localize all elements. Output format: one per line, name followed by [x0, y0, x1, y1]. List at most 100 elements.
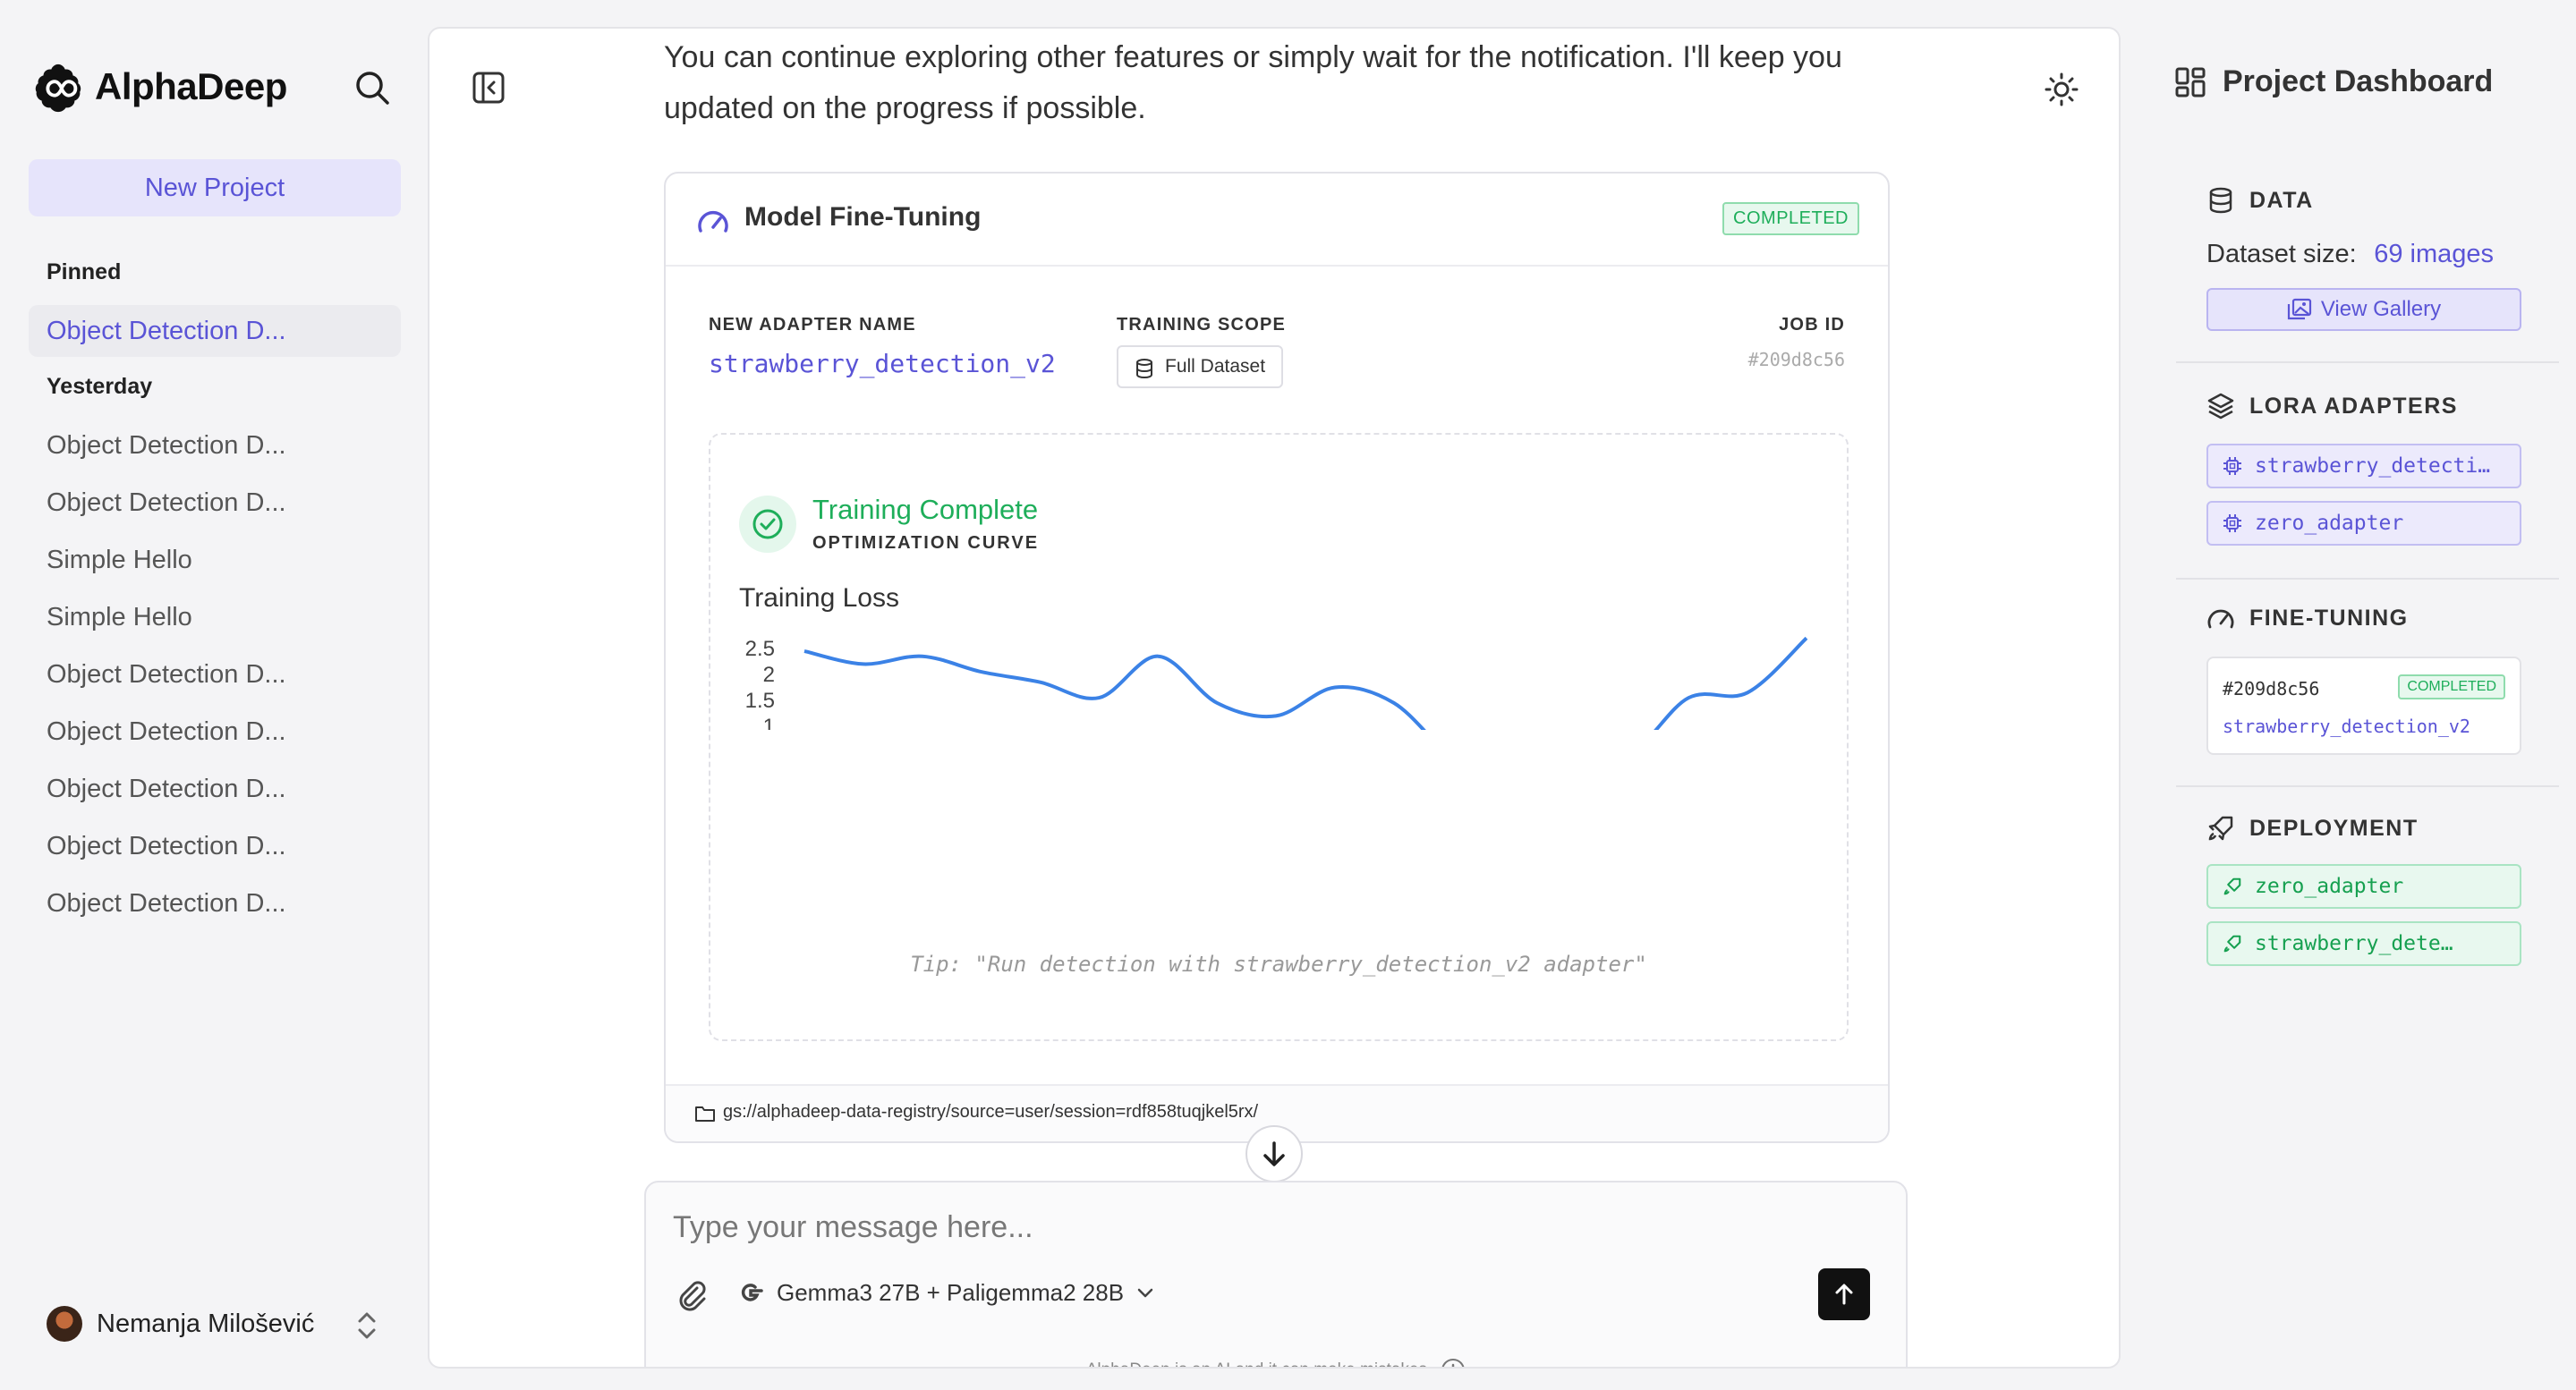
finetuning-adapter-name: strawberry_detection_v2 — [2223, 716, 2470, 737]
assistant-message: You can continue exploring other feature… — [664, 40, 1842, 125]
rocket-icon — [2208, 816, 2233, 841]
disclaimer: AlphaDeep is an AI and it can make mista… — [646, 1358, 1906, 1369]
gauge-icon — [698, 210, 728, 233]
check-circle-icon — [739, 496, 796, 553]
status-badge: COMPLETED — [2398, 674, 2505, 699]
deployment-section-header: DEPLOYMENT — [2206, 814, 2419, 843]
y-tick-label: 1 — [763, 715, 775, 730]
lora-adapter-item[interactable]: zero_adapter — [2206, 501, 2521, 546]
lora-adapter-name: zero_adapter — [2255, 512, 2404, 535]
send-button[interactable] — [1818, 1268, 1870, 1320]
chip-icon — [2223, 514, 2241, 532]
deployment-item[interactable]: zero_adapter — [2206, 864, 2521, 909]
sidebar: AlphaDeep New Project Pinned Object Dete… — [0, 0, 425, 1390]
data-section-header: DATA — [2206, 186, 2314, 215]
sidebar-collapse-icon[interactable] — [471, 70, 506, 106]
storage-path: gs://alphadeep-data-registry/source=user… — [723, 1102, 1259, 1122]
card-title: Model Fine-Tuning — [744, 202, 982, 232]
training-scope-label: TRAINING SCOPE — [1117, 315, 1287, 335]
paperclip-icon[interactable] — [673, 1277, 709, 1313]
dashboard-header: Project Dashboard — [2174, 64, 2493, 99]
finetuning-job-id: #209d8c56 — [2223, 678, 2320, 699]
google-g-icon — [741, 1284, 763, 1301]
sidebar-item[interactable]: Object Detection D... — [29, 648, 401, 700]
divider — [2176, 785, 2559, 787]
view-gallery-button[interactable]: View Gallery — [2206, 288, 2521, 331]
loss-series-line — [803, 636, 1808, 730]
user-menu[interactable]: Nemanja Milošević — [47, 1306, 314, 1342]
deployment-item[interactable]: strawberry_dete… — [2206, 921, 2521, 966]
lora-section-label: LORA ADAPTERS — [2249, 393, 2458, 419]
project-dashboard: Project Dashboard DATA Dataset size: 69 … — [2156, 0, 2576, 1390]
training-scope-value: Full Dataset — [1165, 356, 1266, 377]
brand-name: AlphaDeep — [95, 65, 287, 107]
sidebar-item[interactable]: Object Detection D... — [29, 477, 401, 529]
chip-icon — [2223, 457, 2241, 475]
lora-section-header: LORA ADAPTERS — [2206, 392, 2458, 420]
sidebar-item[interactable]: Simple Hello — [29, 534, 401, 586]
lora-adapter-name: strawberry_detecti… — [2255, 454, 2491, 478]
card-header: Model Fine-Tuning COMPLETED — [666, 174, 1888, 267]
view-gallery-label: View Gallery — [2320, 297, 2442, 321]
yesterday-section-label: Yesterday — [47, 374, 153, 399]
chart-tip: Tip: "Run detection with strawberry_dete… — [910, 952, 1647, 977]
image-icon — [2287, 298, 2311, 320]
message-input[interactable] — [673, 1202, 1836, 1252]
status-badge: COMPLETED — [1722, 202, 1859, 235]
job-id-value: #209d8c56 — [1747, 349, 1845, 370]
search-icon[interactable] — [351, 66, 394, 109]
message-composer: Gemma3 27B + Paligemma2 28B AlphaDeep is… — [644, 1181, 1908, 1369]
divider — [2176, 578, 2559, 580]
dataset-size-label: Dataset size: — [2206, 240, 2357, 268]
training-chart-box: Training Complete OPTIMIZATION CURVE Tra… — [709, 433, 1849, 1041]
finetuning-section-header: FINE-TUNING — [2206, 605, 2409, 631]
user-name: Nemanja Milošević — [97, 1309, 315, 1338]
divider — [2176, 361, 2559, 363]
y-tick-label: 2 — [763, 663, 775, 687]
dashboard-title: Project Dashboard — [2223, 64, 2494, 98]
folder-icon — [695, 1106, 715, 1122]
training-complete-title: Training Complete — [812, 494, 1039, 525]
optimization-curve-subtitle: OPTIMIZATION CURVE — [812, 533, 1040, 553]
brand[interactable]: AlphaDeep — [30, 59, 287, 114]
dataset-size-value: 69 images — [2374, 240, 2494, 268]
sidebar-item[interactable]: Simple Hello — [29, 591, 401, 643]
model-label: Gemma3 27B + Paligemma2 28B — [777, 1278, 1125, 1306]
sidebar-item[interactable]: Object Detection D... — [29, 706, 401, 758]
training-scope-chip: Full Dataset — [1117, 345, 1284, 388]
sidebar-item[interactable]: Object Detection D... — [29, 820, 401, 872]
sidebar-item-pinned[interactable]: Object Detection D... — [29, 305, 401, 357]
database-icon — [2209, 187, 2232, 214]
chevron-down-icon — [1137, 1288, 1153, 1298]
finetuning-job-card[interactable]: #209d8c56 COMPLETED strawberry_detection… — [2206, 657, 2521, 755]
job-id-label: JOB ID — [1779, 315, 1845, 335]
arrow-down-icon — [1263, 1141, 1285, 1166]
chevrons-updown-icon[interactable] — [351, 1308, 383, 1343]
avatar — [47, 1306, 82, 1342]
scroll-down-button[interactable] — [1245, 1125, 1303, 1182]
sun-icon[interactable] — [2044, 72, 2079, 107]
brain-logo-icon — [35, 64, 81, 113]
layers-icon — [2207, 393, 2234, 420]
info-icon[interactable] — [1441, 1358, 1466, 1369]
deployment-section-label: DEPLOYMENT — [2249, 815, 2419, 841]
gauge-icon — [2207, 609, 2234, 629]
data-section-label: DATA — [2249, 187, 2314, 213]
sidebar-item[interactable]: Object Detection D... — [29, 877, 401, 929]
adapter-name-label: NEW ADAPTER NAME — [709, 315, 916, 335]
rocket-icon — [2223, 935, 2241, 953]
lora-adapter-item[interactable]: strawberry_detecti… — [2206, 444, 2521, 488]
sidebar-item[interactable]: Object Detection D... — [29, 763, 401, 815]
deployment-name: zero_adapter — [2255, 875, 2404, 898]
database-icon — [1136, 359, 1152, 379]
y-tick-label: 2.5 — [745, 637, 775, 661]
y-tick-label: 1.5 — [745, 689, 775, 713]
sidebar-item[interactable]: Object Detection D... — [29, 420, 401, 471]
pinned-section-label: Pinned — [47, 259, 122, 284]
deployment-name: strawberry_dete… — [2255, 932, 2453, 955]
new-project-button[interactable]: New Project — [29, 159, 401, 216]
chat-panel: You can continue exploring other feature… — [428, 27, 2121, 1369]
adapter-name-value: strawberry_detection_v2 — [709, 349, 1056, 378]
model-select[interactable]: Gemma3 27B + Paligemma2 28B — [735, 1277, 1156, 1308]
arrow-up-icon — [1835, 1284, 1853, 1305]
